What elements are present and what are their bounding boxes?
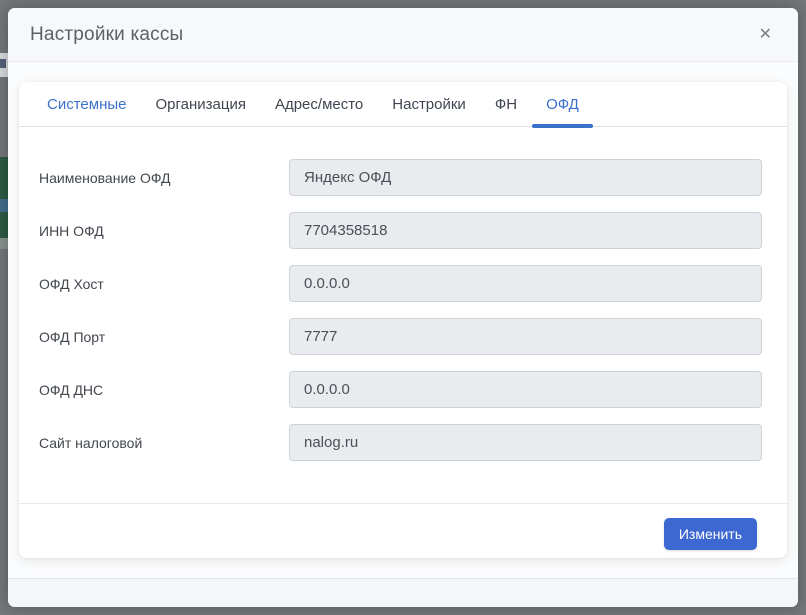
- tab-adres-mesto[interactable]: Адрес/место: [275, 82, 363, 127]
- ofd-form: Наименование ОФД ИНН ОФД ОФД Хост ОФД По…: [19, 127, 787, 461]
- tab-bar: Системные Организация Адрес/место Настро…: [19, 82, 787, 127]
- tab-fn[interactable]: ФН: [495, 82, 517, 127]
- tab-ofd[interactable]: ОФД: [546, 82, 579, 127]
- ofd-port-input[interactable]: [289, 318, 762, 355]
- modal-title: Настройки кассы: [30, 24, 183, 46]
- form-row-ofd-host: ОФД Хост: [39, 265, 762, 302]
- tab-nastroyki[interactable]: Настройки: [392, 82, 466, 127]
- cash-register-settings-modal: Настройки кассы ✕ Системные Организация …: [8, 8, 798, 607]
- ofd-inn-label: ИНН ОФД: [39, 223, 289, 239]
- backdrop-page-sliver: [0, 199, 8, 212]
- card-footer: Изменить: [19, 503, 787, 550]
- edit-button[interactable]: Изменить: [664, 518, 757, 550]
- backdrop-page-sliver: [0, 59, 6, 68]
- tax-site-input[interactable]: [289, 424, 762, 461]
- tab-sistemnye[interactable]: Системные: [47, 82, 126, 127]
- ofd-inn-input[interactable]: [289, 212, 762, 249]
- settings-card: Системные Организация Адрес/место Настро…: [19, 82, 787, 558]
- form-row-ofd-name: Наименование ОФД: [39, 159, 762, 196]
- form-row-ofd-dns: ОФД ДНС: [39, 371, 762, 408]
- ofd-name-input[interactable]: [289, 159, 762, 196]
- ofd-host-input[interactable]: [289, 265, 762, 302]
- ofd-host-label: ОФД Хост: [39, 276, 289, 292]
- form-row-ofd-inn: ИНН ОФД: [39, 212, 762, 249]
- form-row-tax-site: Сайт налоговой: [39, 424, 762, 461]
- tab-organizaciya[interactable]: Организация: [155, 82, 245, 127]
- form-row-ofd-port: ОФД Порт: [39, 318, 762, 355]
- ofd-name-label: Наименование ОФД: [39, 170, 289, 186]
- backdrop-page-sliver: [0, 238, 8, 249]
- ofd-dns-label: ОФД ДНС: [39, 382, 289, 398]
- close-icon[interactable]: ✕: [753, 23, 778, 47]
- ofd-port-label: ОФД Порт: [39, 329, 289, 345]
- tax-site-label: Сайт налоговой: [39, 435, 289, 451]
- modal-footer: [8, 578, 798, 607]
- modal-header: Настройки кассы ✕: [8, 8, 798, 62]
- ofd-dns-input[interactable]: [289, 371, 762, 408]
